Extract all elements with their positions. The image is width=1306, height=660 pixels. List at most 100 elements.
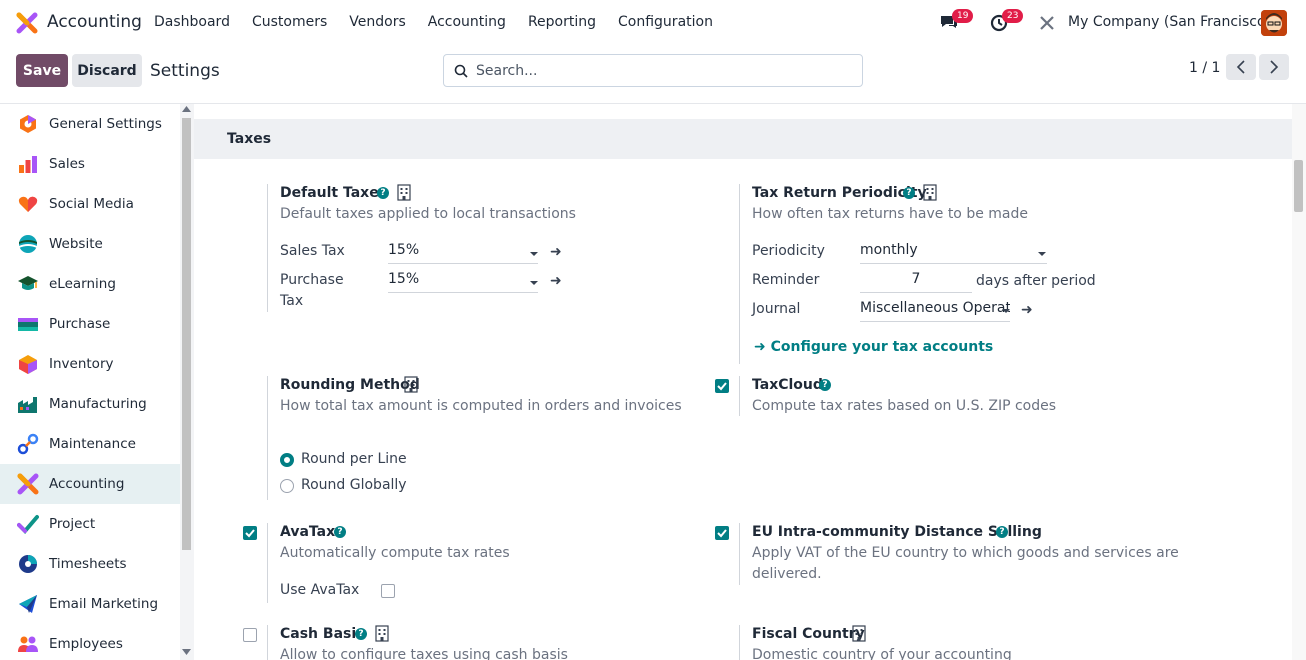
rounding-method-title: Rounding Method bbox=[280, 377, 420, 393]
chevron-down-icon[interactable] bbox=[1038, 252, 1046, 256]
taxcloud-checkbox[interactable] bbox=[715, 379, 729, 393]
periodicity-select[interactable]: monthly bbox=[860, 242, 1047, 264]
save-button[interactable]: Save bbox=[16, 54, 68, 87]
arrow-right-icon[interactable]: ➜ bbox=[550, 244, 562, 260]
sidebar-item-purchase[interactable]: Purchase bbox=[0, 304, 180, 344]
search-input[interactable] bbox=[476, 62, 836, 79]
help-icon[interactable]: ? bbox=[377, 187, 389, 199]
sidebar-item-website[interactable]: Website bbox=[0, 224, 180, 264]
avatax-checkbox[interactable] bbox=[243, 526, 257, 540]
purchase-tax-select[interactable]: 15% bbox=[388, 271, 538, 293]
reminder-input[interactable]: 7 bbox=[860, 271, 972, 293]
content-scrollbar-thumb[interactable] bbox=[1294, 160, 1303, 212]
pager-next-button[interactable] bbox=[1259, 54, 1289, 80]
help-icon[interactable]: ? bbox=[996, 526, 1008, 538]
arrow-right-icon[interactable]: ➜ bbox=[1021, 302, 1033, 318]
elearning-icon bbox=[18, 276, 38, 290]
company-building-icon bbox=[923, 184, 937, 201]
sidebar-item-email-marketing[interactable]: Email Marketing bbox=[0, 584, 180, 624]
arrow-right-icon[interactable]: ➜ bbox=[550, 273, 562, 289]
periodicity-label: Periodicity bbox=[752, 243, 825, 259]
check-icon bbox=[717, 382, 727, 391]
eu-distance-selling-description: Apply VAT of the EU country to which goo… bbox=[752, 545, 1179, 561]
menu-dashboard[interactable]: Dashboard bbox=[154, 14, 230, 30]
menu-accounting[interactable]: Accounting bbox=[428, 14, 506, 30]
company-building-icon bbox=[852, 625, 866, 642]
sidebar-item-label: Employees bbox=[49, 636, 123, 652]
sidebar-item-label: Social Media bbox=[49, 196, 134, 212]
sidebar-item-maintenance[interactable]: Maintenance bbox=[0, 424, 180, 464]
cash-basis-checkbox[interactable] bbox=[243, 628, 257, 642]
sidebar-item-label: Website bbox=[49, 236, 103, 252]
sidebar-item-label: Sales bbox=[49, 156, 85, 172]
chevron-down-icon[interactable] bbox=[530, 281, 538, 285]
help-icon[interactable]: ? bbox=[334, 526, 346, 538]
purchase-tax-label: Purchase bbox=[280, 272, 344, 288]
round-per-line-label: Round per Line bbox=[301, 451, 407, 467]
sidebar-item-label: Accounting bbox=[49, 476, 125, 492]
sidebar-scrollbar-thumb[interactable] bbox=[182, 118, 191, 550]
help-icon[interactable]: ? bbox=[903, 187, 915, 199]
menu-reporting[interactable]: Reporting bbox=[528, 14, 596, 30]
sidebar-item-label: Inventory bbox=[49, 356, 114, 372]
use-avatax-checkbox[interactable] bbox=[381, 584, 395, 598]
inventory-icon bbox=[19, 355, 37, 374]
chevron-down-icon[interactable] bbox=[530, 252, 538, 256]
top-navbar: Accounting Dashboard Customers Vendors A… bbox=[0, 0, 1306, 46]
sidebar-item-label: eLearning bbox=[49, 276, 116, 292]
menu-vendors[interactable]: Vendors bbox=[349, 14, 405, 30]
setting-divider bbox=[739, 184, 740, 364]
menu-configuration[interactable]: Configuration bbox=[618, 14, 713, 30]
messages-button[interactable]: 19 bbox=[939, 9, 974, 36]
tools-icon[interactable] bbox=[1038, 14, 1056, 32]
search-box[interactable] bbox=[443, 54, 863, 87]
company-building-icon bbox=[397, 184, 411, 201]
tax-return-title: Tax Return Periodicity bbox=[752, 185, 927, 201]
accounting-app-icon[interactable] bbox=[16, 12, 38, 34]
check-icon bbox=[245, 529, 255, 538]
app-name[interactable]: Accounting bbox=[47, 12, 142, 32]
discard-button[interactable]: Discard bbox=[72, 54, 142, 87]
company-switcher[interactable]: My Company (San Francisco) bbox=[1068, 14, 1271, 30]
journal-select[interactable]: Miscellaneous Operat bbox=[860, 300, 1010, 322]
activities-badge: 23 bbox=[1002, 9, 1024, 23]
avatax-description: Automatically compute tax rates bbox=[280, 545, 510, 561]
sidebar-item-label: General Settings bbox=[49, 116, 162, 132]
reminder-suffix: days after period bbox=[976, 273, 1096, 289]
sidebar-item-label: Timesheets bbox=[49, 556, 127, 572]
sidebar-item-social-media[interactable]: Social Media bbox=[0, 184, 180, 224]
sidebar-scroll-up-icon[interactable] bbox=[182, 106, 191, 112]
sidebar-item-manufacturing[interactable]: Manufacturing bbox=[0, 384, 180, 424]
menu-customers[interactable]: Customers bbox=[252, 14, 327, 30]
sidebar-item-project[interactable]: Project bbox=[0, 504, 180, 544]
sidebar-item-label: Purchase bbox=[49, 316, 111, 332]
sidebar-item-sales[interactable]: Sales bbox=[0, 144, 180, 184]
sidebar-scroll-down-icon[interactable] bbox=[182, 649, 191, 655]
help-icon[interactable]: ? bbox=[355, 628, 367, 640]
timesheets-icon bbox=[19, 555, 37, 573]
user-avatar[interactable] bbox=[1261, 10, 1287, 36]
activities-button[interactable]: 23 bbox=[989, 9, 1024, 36]
sidebar-item-inventory[interactable]: Inventory bbox=[0, 344, 180, 384]
chevron-down-icon[interactable] bbox=[1002, 309, 1010, 313]
sidebar-item-accounting[interactable]: Accounting bbox=[0, 464, 180, 504]
sales-tax-select[interactable]: 15% bbox=[388, 242, 538, 264]
email-marketing-icon bbox=[19, 595, 37, 613]
sales-tax-value: 15% bbox=[388, 242, 420, 258]
pager-value[interactable]: 1 / 1 bbox=[1189, 60, 1220, 76]
round-globally-radio[interactable] bbox=[280, 479, 294, 493]
sidebar-item-elearning[interactable]: eLearning bbox=[0, 264, 180, 304]
sidebar-item-timesheets[interactable]: Timesheets bbox=[0, 544, 180, 584]
cash-basis-title: Cash Basis bbox=[280, 626, 365, 642]
pager-previous-button[interactable] bbox=[1226, 54, 1256, 80]
sidebar-item-employees[interactable]: Employees bbox=[0, 624, 180, 660]
sidebar-item-general-settings[interactable]: General Settings bbox=[0, 104, 180, 144]
configure-tax-accounts-link[interactable]: ➜ Configure your tax accounts bbox=[754, 339, 993, 355]
fiscal-country-description: Domestic country of your accounting bbox=[752, 647, 1012, 660]
help-icon[interactable]: ? bbox=[819, 379, 831, 391]
purchase-tax-label-line2: Tax bbox=[280, 293, 304, 309]
round-per-line-radio[interactable] bbox=[280, 453, 294, 467]
social-media-icon bbox=[18, 196, 38, 212]
sidebar-item-label: Project bbox=[49, 516, 96, 532]
eu-distance-selling-checkbox[interactable] bbox=[715, 526, 729, 540]
